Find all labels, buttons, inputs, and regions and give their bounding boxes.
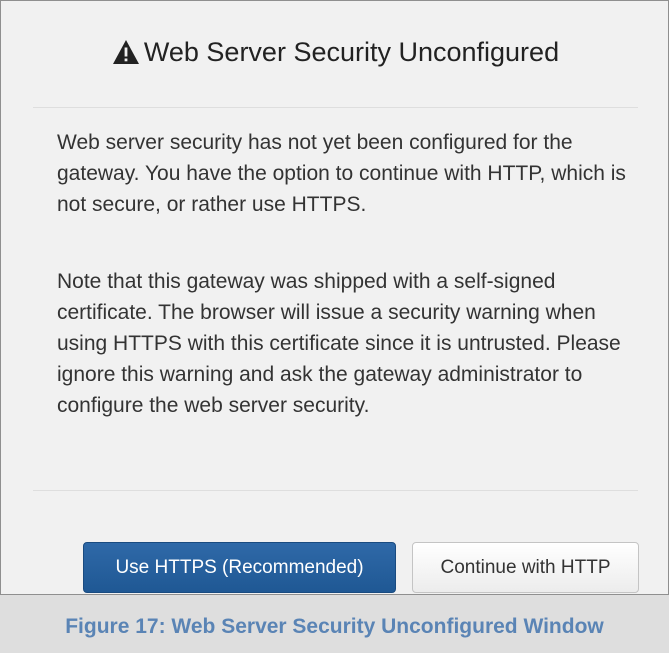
dialog-title: Web Server Security Unconfigured (112, 37, 559, 68)
warning-triangle-icon (112, 39, 140, 65)
dialog-header: Web Server Security Unconfigured (33, 1, 638, 108)
dialog-paragraph-2: Note that this gateway was shipped with … (57, 270, 621, 417)
dialog-paragraph-1: Web server security has not yet been con… (57, 131, 626, 216)
dialog-body: Web server security has not yet been con… (57, 127, 628, 421)
dialog-title-text: Web Server Security Unconfigured (143, 36, 560, 67)
figure-caption-bar: Figure 17: Web Server Security Unconfigu… (0, 595, 669, 653)
security-dialog: Web Server Security Unconfigured Web ser… (0, 0, 669, 595)
figure-caption: Figure 17: Web Server Security Unconfigu… (65, 615, 604, 638)
dialog-footer-divider (33, 490, 638, 491)
continue-http-button[interactable]: Continue with HTTP (412, 542, 639, 593)
use-https-button[interactable]: Use HTTPS (Recommended) (83, 542, 396, 593)
